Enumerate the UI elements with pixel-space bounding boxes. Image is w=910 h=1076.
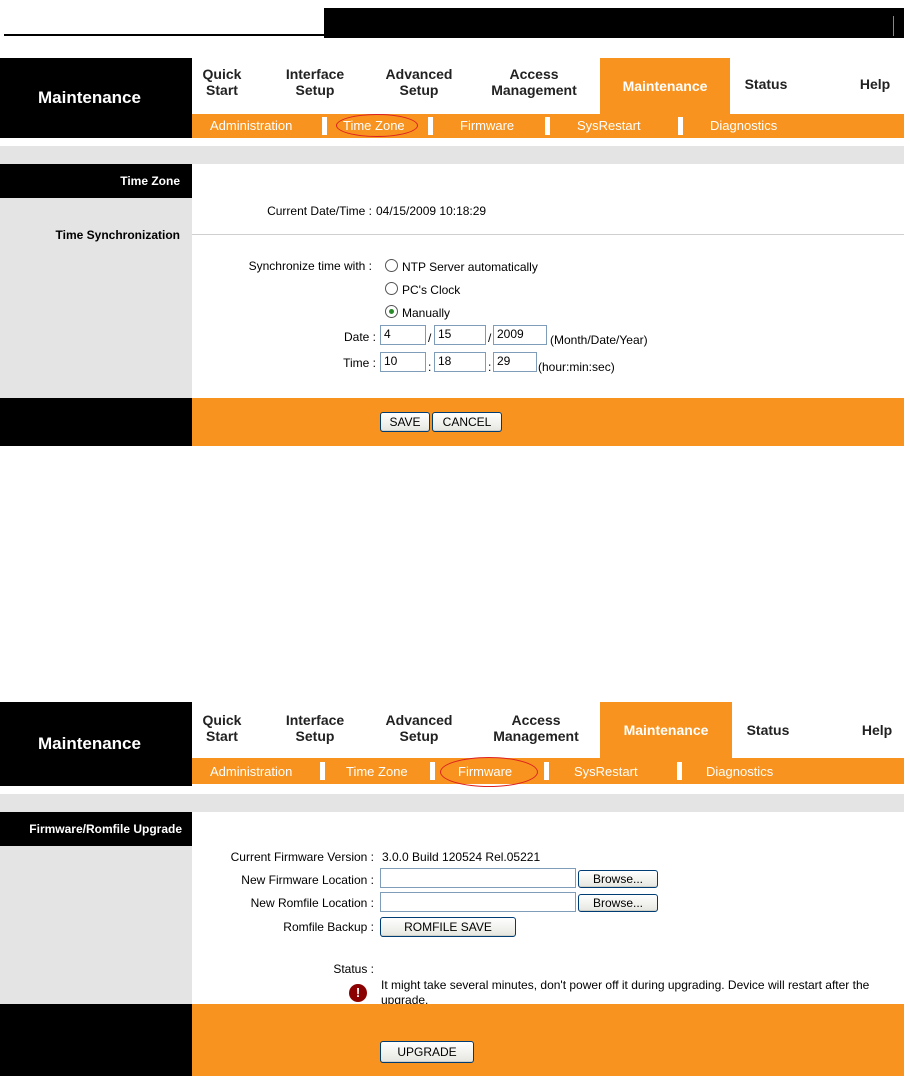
footer-left — [0, 398, 192, 446]
romfile-save-button[interactable]: ROMFILE SAVE — [380, 917, 516, 937]
date-separator: / — [488, 331, 492, 345]
menu-access-management[interactable]: Access Management — [478, 66, 590, 98]
sidebar-panel — [0, 846, 192, 1004]
time-separator: : — [488, 360, 492, 374]
date-month-input[interactable]: 4 — [380, 325, 426, 345]
subnav-sysrestart[interactable]: SysRestart — [574, 764, 638, 779]
new-firmware-input[interactable] — [380, 868, 576, 888]
menu-status[interactable]: Status — [738, 722, 798, 738]
subnav-diagnostics[interactable]: Diagnostics — [706, 764, 773, 779]
time-label: Time : — [343, 356, 376, 370]
date-year-input[interactable]: 2009 — [493, 325, 547, 345]
date-format-hint: (Month/Date/Year) — [550, 333, 648, 347]
subnav-firmware[interactable]: Firmware — [460, 118, 514, 133]
date-label: Date : — [343, 330, 376, 344]
save-button[interactable]: SAVE — [380, 412, 430, 432]
menu-advanced-setup[interactable]: Advanced Setup — [374, 66, 464, 98]
menu-quick-start[interactable]: Quick Start — [198, 66, 246, 98]
grey-band — [0, 146, 904, 164]
radio-manually[interactable] — [385, 305, 398, 318]
menu-access-management[interactable]: Access Management — [480, 712, 592, 744]
time-min-input[interactable]: 18 — [434, 352, 486, 372]
romfile-backup-label: Romfile Backup : — [283, 920, 374, 934]
time-format-hint: (hour:min:sec) — [538, 360, 615, 374]
menu-help[interactable]: Help — [850, 76, 900, 92]
menu-maintenance-active[interactable]: Maintenance — [600, 58, 730, 114]
browse-firmware-button[interactable]: Browse... — [578, 870, 658, 888]
cancel-button[interactable]: CANCEL — [432, 412, 502, 432]
menu-quick-start[interactable]: Quick Start — [198, 712, 246, 744]
firmware-version-label: Current Firmware Version : — [230, 850, 374, 864]
page-title: Maintenance — [0, 702, 192, 786]
footer-bar — [192, 398, 904, 446]
browse-romfile-button[interactable]: Browse... — [578, 894, 658, 912]
new-romfile-input[interactable] — [380, 892, 576, 912]
subnav-separator — [677, 762, 682, 780]
menu-maintenance-active[interactable]: Maintenance — [600, 702, 732, 758]
subnav-diagnostics[interactable]: Diagnostics — [710, 118, 777, 133]
date-day-input[interactable]: 15 — [434, 325, 486, 345]
section-time-sync: Time Synchronization — [55, 228, 180, 242]
grey-band — [0, 794, 904, 812]
subnav-time-zone[interactable]: Time Zone — [346, 764, 408, 779]
time-sec-input[interactable]: 29 — [493, 352, 537, 372]
radio-pc-clock[interactable] — [385, 282, 398, 295]
menu-interface-setup[interactable]: Interface Setup — [276, 66, 354, 98]
top-black-bar — [324, 8, 904, 38]
menu-status[interactable]: Status — [736, 76, 796, 92]
new-romfile-label: New Romfile Location : — [250, 896, 374, 910]
new-firmware-label: New Firmware Location : — [241, 873, 374, 887]
page-title-text: Maintenance — [38, 734, 141, 753]
menu-help[interactable]: Help — [852, 722, 902, 738]
firmware-version-value: 3.0.0 Build 120524 Rel.05221 — [382, 850, 541, 864]
page-title-text: Maintenance — [38, 88, 141, 107]
time-separator: : — [428, 360, 432, 374]
subnav-separator — [322, 117, 327, 135]
subnav-administration[interactable]: Administration — [210, 764, 292, 779]
top-divider-line — [4, 34, 324, 36]
divider — [192, 234, 904, 235]
subnav-separator — [678, 117, 683, 135]
warning-icon: ! — [349, 984, 367, 1002]
radio-manually-label: Manually — [402, 306, 451, 320]
radio-pc-clock-label: PC's Clock — [402, 283, 461, 297]
subnav-separator — [545, 117, 550, 135]
subnav-separator — [430, 762, 435, 780]
upgrade-button[interactable]: UPGRADE — [380, 1041, 474, 1063]
radio-ntp[interactable] — [385, 259, 398, 272]
section-time-zone: Time Zone — [0, 164, 192, 198]
date-separator: / — [428, 331, 432, 345]
subnav-administration[interactable]: Administration — [210, 118, 292, 133]
status-label: Status : — [333, 962, 374, 976]
highlight-circle — [336, 114, 418, 137]
subnav-separator — [544, 762, 549, 780]
footer-left — [0, 1004, 192, 1076]
time-hour-input[interactable]: 10 — [380, 352, 426, 372]
subnav-sysrestart[interactable]: SysRestart — [577, 118, 641, 133]
menu-interface-setup[interactable]: Interface Setup — [276, 712, 354, 744]
subnav-separator — [428, 117, 433, 135]
section-firmware-upgrade: Firmware/Romfile Upgrade — [0, 812, 192, 846]
menu-advanced-setup[interactable]: Advanced Setup — [374, 712, 464, 744]
current-datetime-value: 04/15/2009 10:18:29 — [376, 204, 487, 218]
highlight-circle — [440, 757, 538, 787]
page-title: Maintenance — [0, 58, 192, 138]
radio-ntp-label: NTP Server automatically — [402, 260, 538, 274]
footer-bar — [192, 1004, 904, 1076]
subnav-separator — [320, 762, 325, 780]
current-datetime-label: Current Date/Time : — [267, 204, 372, 218]
sync-label: Synchronize time with : — [248, 259, 372, 273]
